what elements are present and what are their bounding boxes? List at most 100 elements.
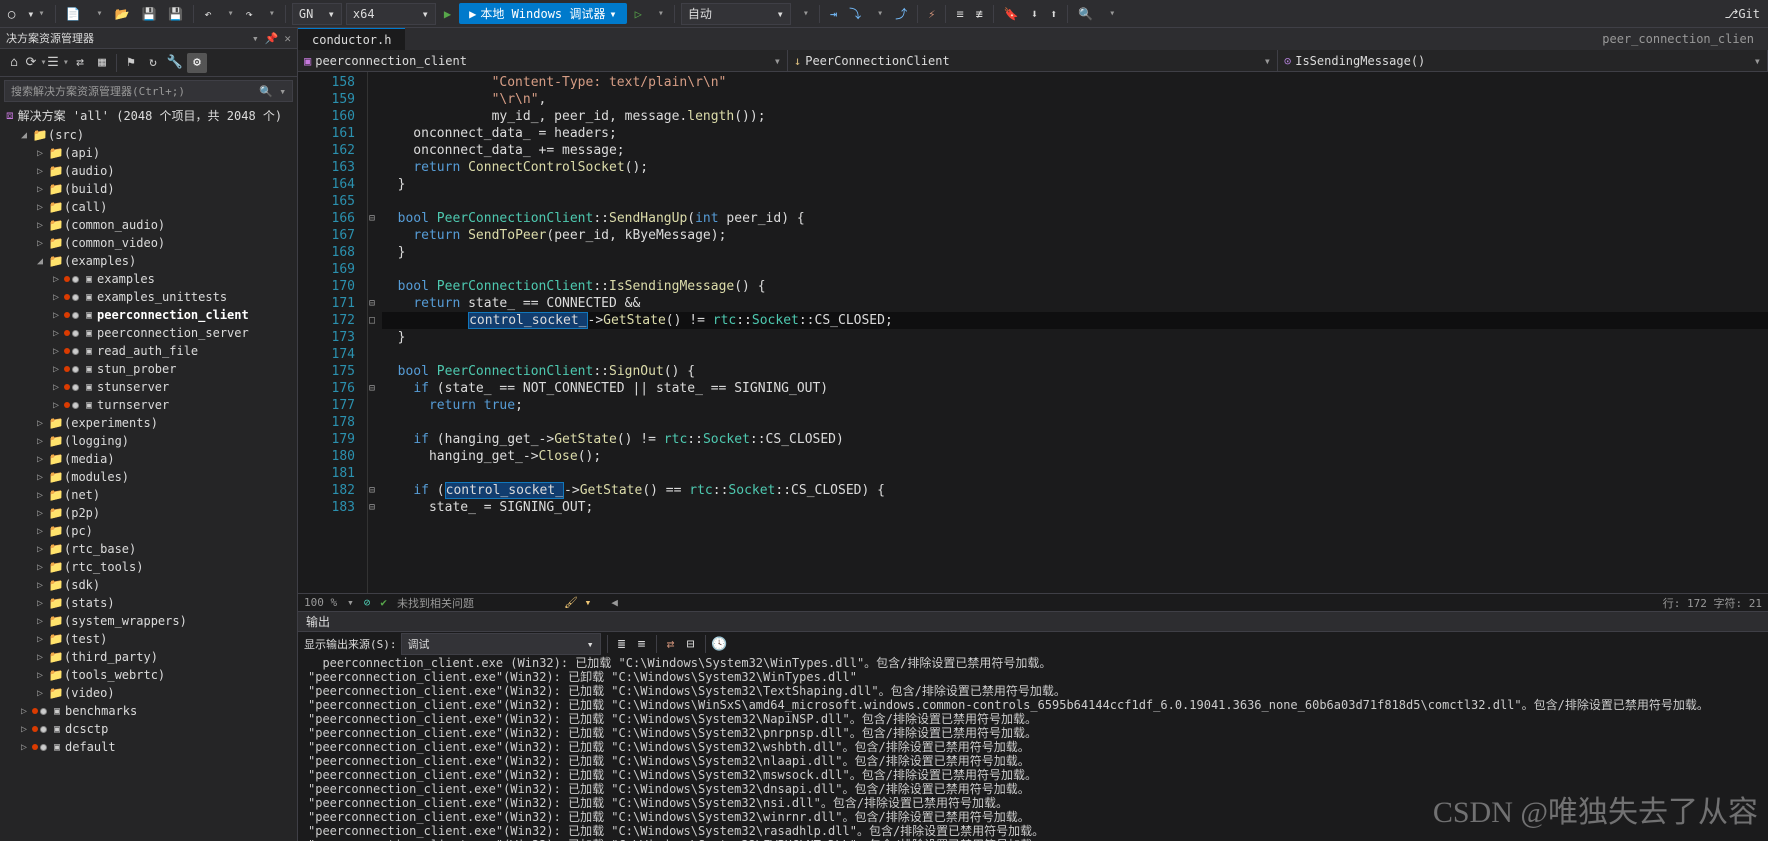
tree-folder[interactable]: ▷📁 (third_party)	[0, 648, 297, 666]
expander-icon[interactable]: ▷	[16, 724, 32, 735]
code-line[interactable]: "\r\n",	[382, 91, 1768, 108]
toolbox-icon[interactable]: ⚡	[924, 3, 939, 25]
save-all-icon[interactable]: 💾	[164, 3, 187, 25]
step-over-icon[interactable]: ⤵	[845, 3, 865, 25]
pin-icon[interactable]: 📌	[265, 32, 279, 45]
expander-icon[interactable]: ▷	[32, 562, 48, 573]
fold-icon[interactable]: ⊟	[369, 499, 375, 516]
close-panel-icon[interactable]: ✕	[284, 32, 291, 45]
tree-folder[interactable]: ▷📁 (media)	[0, 450, 297, 468]
tree-project[interactable]: ▷▣ read_auth_file	[0, 342, 297, 360]
code-line[interactable]: "Content-Type: text/plain\r\n"	[382, 74, 1768, 91]
tree-project[interactable]: ▷▣ turnserver	[0, 396, 297, 414]
bookmark-next-icon[interactable]: ⬇	[1027, 3, 1042, 25]
code-line[interactable]: if (hanging_get_->GetState() != rtc::Soc…	[382, 431, 1768, 448]
find-icon[interactable]: 🔍	[1074, 3, 1097, 25]
code-body[interactable]: "Content-Type: text/plain\r\n" "\r\n", m…	[382, 72, 1768, 593]
tree-folder[interactable]: ▷📁 (modules)	[0, 468, 297, 486]
build-icon[interactable]: ▶	[440, 3, 455, 25]
tree-project[interactable]: ▷▣ examples_unittests	[0, 288, 297, 306]
step-dropdown[interactable]	[869, 3, 887, 25]
search-clear-icon[interactable]: 🔍 ▾	[259, 85, 286, 98]
filter-icon[interactable]: ☰	[48, 53, 68, 73]
expander-icon[interactable]: ▷	[48, 346, 64, 357]
code-line[interactable]: if (state_ == NOT_CONNECTED || state_ ==…	[382, 380, 1768, 397]
expander-icon[interactable]: ▷	[16, 742, 32, 753]
undo-dropdown[interactable]	[220, 3, 238, 25]
tree-project[interactable]: ▷▣ dcsctp	[0, 720, 297, 738]
nav-project[interactable]: ▣peerconnection_client▾	[298, 50, 788, 71]
tree-folder[interactable]: ▷📁 (test)	[0, 630, 297, 648]
expander-icon[interactable]: ▷	[32, 148, 48, 159]
code-line[interactable]: my_id_, peer_id, message.length());	[382, 108, 1768, 125]
tree-project[interactable]: ▷▣ benchmarks	[0, 702, 297, 720]
tree-project[interactable]: ▷▣ default	[0, 738, 297, 756]
expander-icon[interactable]: ◢	[16, 130, 32, 141]
tree-project[interactable]: ▷▣ stun_prober	[0, 360, 297, 378]
clock-icon[interactable]: 🕓	[712, 636, 728, 652]
sync-icon[interactable]: ⇄	[70, 53, 90, 73]
expander-icon[interactable]: ▷	[32, 688, 48, 699]
code-line[interactable]: return state_ == CONNECTED &&	[382, 295, 1768, 312]
tree-folder[interactable]: ▷📁 (p2p)	[0, 504, 297, 522]
expander-icon[interactable]: ▷	[48, 328, 64, 339]
home-icon[interactable]: ⌂	[4, 53, 24, 73]
tree-project[interactable]: ▷▣ peerconnection_server	[0, 324, 297, 342]
code-line[interactable]: bool PeerConnectionClient::SendHangUp(in…	[382, 210, 1768, 227]
fold-icon[interactable]: ⊟	[369, 210, 375, 227]
tree-folder[interactable]: ▷📁 (pc)	[0, 522, 297, 540]
expander-icon[interactable]: ▷	[32, 202, 48, 213]
pause-icon[interactable]: ⊟	[683, 636, 699, 652]
expander-icon[interactable]: ▷	[32, 526, 48, 537]
expander-icon[interactable]: ▷	[32, 634, 48, 645]
open-file-icon[interactable]: 📂	[110, 3, 133, 25]
code-line[interactable]: onconnect_data_ += message;	[382, 142, 1768, 159]
fold-icon[interactable]: ⊟	[369, 380, 375, 397]
tab-ghost[interactable]: peer_connection_clien	[1588, 28, 1768, 50]
clear-icon[interactable]: ≣	[614, 636, 630, 652]
solution-root[interactable]: ⧈解决方案 'all' (2048 个项目，共 2048 个)	[0, 105, 297, 126]
code-line[interactable]: hanging_get_->Close();	[382, 448, 1768, 465]
expander-icon[interactable]: ▷	[32, 544, 48, 555]
expander-icon[interactable]: ▷	[48, 364, 64, 375]
code-line[interactable]: return true;	[382, 397, 1768, 414]
expander-icon[interactable]: ▷	[48, 382, 64, 393]
code-editor[interactable]: 1581591601611621631641651661671681691701…	[298, 72, 1768, 593]
code-line[interactable]: return ConnectControlSocket();	[382, 159, 1768, 176]
expander-icon[interactable]: ▷	[48, 310, 64, 321]
fold-icon[interactable]: □	[369, 312, 375, 329]
tree-folder[interactable]: ▷📁 (rtc_tools)	[0, 558, 297, 576]
code-line[interactable]: return SendToPeer(peer_id, kByeMessage);	[382, 227, 1768, 244]
bookmark-icon[interactable]: 🔖	[1000, 3, 1023, 25]
expander-icon[interactable]: ▷	[32, 580, 48, 591]
expander-icon[interactable]: ◢	[32, 256, 48, 267]
git-icon[interactable]: ⎇ Git	[1720, 3, 1764, 25]
tree-folder[interactable]: ▷📁 (common_video)	[0, 234, 297, 252]
expander-icon[interactable]: ▷	[16, 706, 32, 717]
expander-icon[interactable]: ▷	[32, 220, 48, 231]
history-dropdown[interactable]: ▾	[23, 3, 48, 25]
save-icon[interactable]: 💾	[137, 3, 160, 25]
expander-icon[interactable]: ▷	[32, 166, 48, 177]
run-dropdown[interactable]	[650, 3, 668, 25]
find-dropdown[interactable]	[1101, 3, 1119, 25]
tree-folder[interactable]: ▷📁 (experiments)	[0, 414, 297, 432]
expander-icon[interactable]: ▷	[48, 274, 64, 285]
tree-folder[interactable]: ▷📁 (net)	[0, 486, 297, 504]
issues-icon[interactable]: ⊘	[364, 596, 371, 609]
expander-icon[interactable]: ▷	[32, 670, 48, 681]
code-line[interactable]	[382, 414, 1768, 431]
comment-icon[interactable]: ≡	[952, 3, 967, 25]
wrench-icon[interactable]: 🔧	[165, 53, 185, 73]
refresh-icon[interactable]: ↻	[143, 53, 163, 73]
expander-icon[interactable]: ▷	[48, 292, 64, 303]
fold-icon[interactable]: ⊟	[369, 482, 375, 499]
debugger-button[interactable]: ▶本地 Windows 调试器▾	[459, 3, 627, 24]
search-solution-input[interactable]: 搜索解决方案资源管理器(Ctrl+;) 🔍 ▾	[4, 80, 293, 102]
code-line[interactable]: state_ = SIGNING_OUT;	[382, 499, 1768, 516]
output-body[interactable]: peerconnection_client.exe (Win32): 已加载 "…	[298, 656, 1768, 841]
code-line[interactable]	[382, 346, 1768, 363]
code-line[interactable]: if (control_socket_->GetState() == rtc::…	[382, 482, 1768, 499]
expander-icon[interactable]: ▷	[32, 418, 48, 429]
brush-icon[interactable]: 🖌 ▾	[564, 596, 591, 609]
